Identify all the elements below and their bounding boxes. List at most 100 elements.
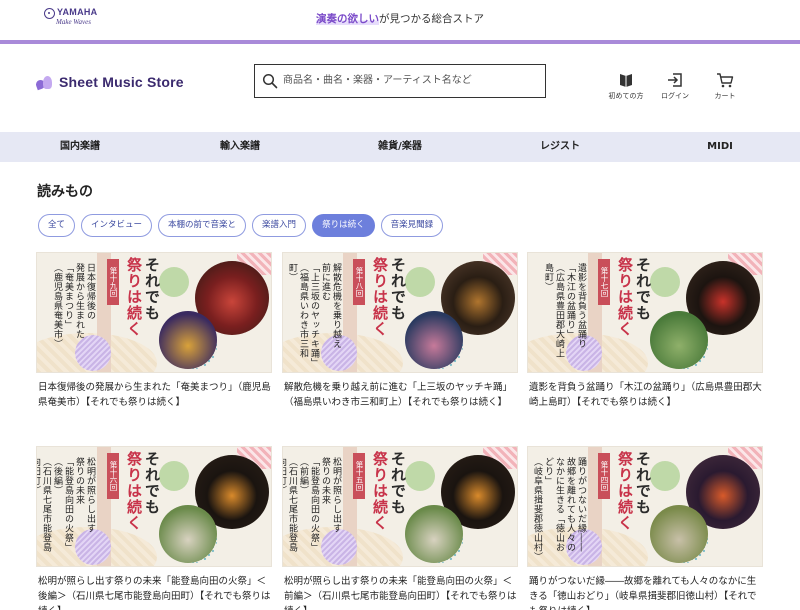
thumbnail-caption-line: （広島県豊田郡大崎上島町）	[543, 263, 564, 358]
cart-icon	[717, 73, 734, 88]
article-thumbnail[interactable]: 松明が照らし出す祭りの未来「能登島向田の火祭」（後編）（石川県七尾市能登島向田町…	[36, 446, 272, 567]
series-title: それでも 祭りは続く	[125, 257, 161, 337]
thumbnail-caption-line: （石川県七尾市能登島向田町）	[283, 457, 297, 552]
thumbnail-caption: 松明が照らし出す祭りの未来「能登島向田の火祭」（後編）（石川県七尾市能登島向田町…	[37, 457, 95, 561]
thumbnail-caption-line: （岐阜県揖斐郡徳山村）	[532, 457, 542, 562]
series-title: それでも 祭りは続く	[125, 451, 161, 531]
episode-badge: 第十四回	[598, 453, 610, 499]
thumbnail-caption-line: （鹿児島県奄美市）	[52, 263, 62, 349]
festival-photo	[650, 505, 708, 563]
thumbnail-caption-line: 松明が照らし出す	[85, 457, 95, 533]
festival-photo	[405, 505, 463, 563]
site-header: Sheet Music Store 初めての方 ログイン カート	[0, 44, 800, 132]
article-thumbnail[interactable]: 日本復帰後の 発展から生まれた 「奄美まつり」 （鹿児島県奄美市） 第十九回 それでも 祭り…	[36, 252, 272, 373]
thumbnail-caption-line: 発展から生まれた	[74, 263, 84, 339]
nav-item-register[interactable]: レジスト	[480, 132, 640, 162]
article-thumbnail[interactable]: 遺影を背負う盆踊り 「木江の盆踊り」 （広島県豊田郡大崎上島町） 第十七回 それでも 祭り…	[527, 252, 763, 373]
series-title-lead: それでも	[143, 451, 161, 515]
thumbnail-caption-line: 祭りの未来	[320, 457, 330, 505]
episode-badge: 第十七回	[598, 259, 610, 305]
filter-chip-music-travelogue[interactable]: 音楽見聞録	[380, 214, 444, 237]
store-name: Sheet Music Store	[59, 74, 184, 90]
cart-link[interactable]: カート	[702, 72, 748, 101]
page-title: 読みもの	[37, 184, 93, 200]
nav-item-midi[interactable]: MIDI	[640, 132, 800, 162]
thumbnail-caption-line: （石川県七尾市能登島向田町）	[37, 457, 51, 552]
article-title[interactable]: 松明が照らし出す祭りの未来「能登島向田の火祭」＜前編＞（石川県七尾市能登島向田町…	[284, 574, 520, 610]
episode-badge: 第十八回	[353, 259, 365, 305]
series-title-main: 祭りは続く	[616, 257, 634, 337]
thumbnail-caption-line: 踊りがつないだ縁――	[576, 457, 586, 552]
search-input[interactable]	[283, 65, 541, 96]
article-thumbnail[interactable]: 松明が照らし出す祭りの未来「能登島向田の火祭」（前編）（石川県七尾市能登島向田町…	[282, 446, 518, 567]
nav-item-goods-instruments[interactable]: 雑貨/楽器	[320, 132, 480, 162]
series-title-main: 祭りは続く	[371, 451, 389, 531]
search-icon[interactable]	[262, 73, 278, 89]
decor-circle	[405, 267, 435, 297]
thumbnail-caption: 解散危機を乗り越え 前に進む 「上三坂のヤッチキ踊」 （福島県いわき市三和町）	[286, 263, 341, 368]
series-title-lead: それでも	[389, 257, 407, 321]
festival-photo	[405, 311, 463, 369]
store-tagline: 演奏の欲しいが見つかる総合ストア	[316, 13, 484, 25]
thumbnail-caption-line: 遺影を背負う盆踊り	[576, 263, 586, 349]
note-logo-icon	[34, 73, 54, 91]
thumbnail-caption-line: 「上三坂のヤッチキ踊」	[309, 263, 319, 368]
article-thumbnail[interactable]: 踊りがつないだ縁―― 故郷を離れても人々の なかに生きる「徳山おどり」 （岐阜県揖斐郡…	[527, 446, 763, 567]
search-box[interactable]	[254, 64, 546, 98]
thumbnail-caption-line: 「奄美まつり」	[63, 263, 73, 330]
thumbnail-caption: 日本復帰後の 発展から生まれた 「奄美まつり」 （鹿児島県奄美市）	[51, 263, 95, 367]
decor-circle	[405, 461, 435, 491]
store-logo[interactable]: Sheet Music Store	[34, 72, 184, 92]
thumbnail-caption-line: なかに生きる「徳山おどり」	[543, 457, 564, 552]
series-title-main: 祭りは続く	[125, 451, 143, 531]
category-nav: 国内楽譜 輸入楽譜 雑貨/楽器 レジスト MIDI	[0, 132, 800, 162]
article-title[interactable]: 解散危機を乗り越え前に進む「上三坂のヤッチキ踊」（福島県いわき市三和町上）【それ…	[284, 380, 520, 410]
series-title-lead: それでも	[389, 451, 407, 515]
login-link[interactable]: ログイン	[652, 72, 698, 101]
thumbnail-caption: 遺影を背負う盆踊り 「木江の盆踊り」 （広島県豊田郡大崎上島町）	[542, 263, 586, 367]
login-icon	[668, 73, 682, 87]
festival-photo	[159, 311, 217, 369]
thumbnail-caption-line: 故郷を離れても人々の	[565, 457, 575, 552]
article-title[interactable]: 踊りがつないだ縁――故郷を離れても人々のなかに生きる「徳山おどり」（岐阜県揖斐郡…	[529, 574, 765, 610]
article-thumbnail[interactable]: 解散危機を乗り越え 前に進む 「上三坂のヤッチキ踊」 （福島県いわき市三和町） 第十八回…	[282, 252, 518, 373]
festival-photo	[650, 311, 708, 369]
filter-chip-festival[interactable]: 祭りは続く	[312, 214, 375, 237]
thumbnail-caption-line: 日本復帰後の	[85, 263, 95, 320]
cart-label: カート	[714, 92, 736, 100]
article-title[interactable]: 日本復帰後の発展から生まれた「奄美まつり」（鹿児島県奄美市）【それでも祭りは続く…	[38, 380, 274, 410]
thumbnail-caption-line: 松明が照らし出す	[331, 457, 341, 533]
series-title-main: 祭りは続く	[616, 451, 634, 531]
decor-circle	[650, 267, 680, 297]
thumbnail-caption-line: 「木江の盆踊り」	[565, 263, 575, 339]
series-title-main: 祭りは続く	[371, 257, 389, 337]
festival-photo	[159, 505, 217, 563]
episode-badge: 第十五回	[353, 453, 365, 499]
article-title[interactable]: 松明が照らし出す祭りの未来「能登島向田の火祭」＜後編＞（石川県七尾市能登島向田町…	[38, 574, 274, 610]
series-title: それでも 祭りは続く	[616, 451, 652, 531]
nav-item-imported-scores[interactable]: 輸入楽譜	[160, 132, 320, 162]
series-title-lead: それでも	[634, 257, 652, 321]
filter-chip-interview[interactable]: インタビュー	[81, 214, 153, 237]
thumbnail-caption-line: 「能登島向田の火祭」（後編）	[52, 457, 73, 552]
series-title-lead: それでも	[634, 451, 652, 515]
login-label: ログイン	[661, 92, 689, 100]
filter-chip-all[interactable]: 全て	[38, 214, 76, 237]
series-title-lead: それでも	[143, 257, 161, 321]
book-icon	[620, 74, 632, 87]
filter-chip-score-intro[interactable]: 楽譜入門	[252, 214, 307, 237]
decor-circle	[159, 461, 189, 491]
series-title: それでも 祭りは続く	[616, 257, 652, 337]
thumbnail-caption-line: 「能登島向田の火祭」（前編）	[298, 457, 319, 552]
thumbnail-caption-line: （福島県いわき市三和町）	[287, 263, 308, 358]
decor-circle	[650, 461, 680, 491]
filter-chip-bookshelf[interactable]: 本棚の前で音楽と	[158, 214, 247, 237]
first-time-guide-link[interactable]: 初めての方	[603, 72, 649, 101]
category-filter: 全て インタビュー 本棚の前で音楽と 楽譜入門 祭りは続く 音楽見聞録	[38, 214, 444, 237]
thumbnail-caption: 松明が照らし出す祭りの未来「能登島向田の火祭」（前編）（石川県七尾市能登島向田町…	[283, 457, 341, 561]
thumbnail-caption-line: 解散危機を乗り越え	[331, 263, 341, 349]
top-bar: YAMAHA Make Waves 演奏の欲しいが見つかる総合ストア	[0, 0, 800, 40]
article-title[interactable]: 遺影を背負う盆踊り「木江の盆踊り」（広島県豊田郡大崎上島町）【それでも祭りは続く…	[529, 380, 765, 410]
nav-item-domestic-scores[interactable]: 国内楽譜	[0, 132, 160, 162]
episode-badge: 第十九回	[107, 259, 119, 305]
